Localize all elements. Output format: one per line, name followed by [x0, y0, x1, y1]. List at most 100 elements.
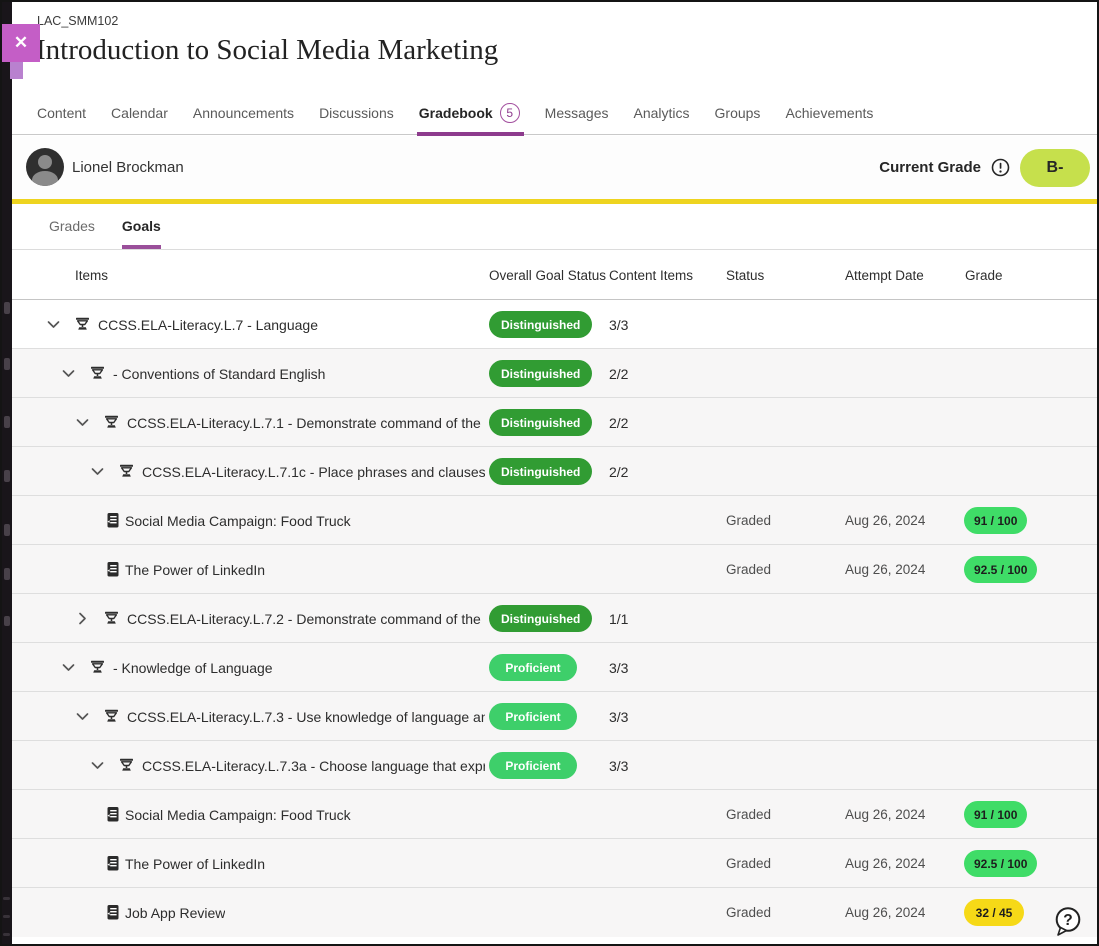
student-bar: Lionel Brockman Current Grade B- [2, 136, 1097, 199]
goal-status-badge: Distinguished [489, 360, 592, 387]
content-item-row: Social Media Campaign: Food TruckGradedA… [2, 790, 1097, 839]
attempt-date-value: Aug 26, 2024 [845, 888, 925, 937]
document-icon [106, 855, 120, 877]
goal-label: - Conventions of Standard English [113, 349, 325, 398]
nav-item-discussions[interactable]: Discussions [319, 92, 394, 135]
nav-item-label: Discussions [319, 105, 394, 121]
goal-status-badge: Distinguished [489, 605, 592, 632]
close-panel-button[interactable]: ✕ [2, 24, 40, 62]
goal-row: CCSS.ELA-Literacy.L.7.1c - Place phrases… [2, 447, 1097, 496]
column-header-attempt-date: Attempt Date [845, 251, 924, 299]
column-header-grade: Grade [965, 251, 1003, 299]
chevron-down-icon[interactable] [90, 758, 105, 778]
goal-row: CCSS.ELA-Literacy.L.7.2 - Demonstrate co… [2, 594, 1097, 643]
help-bubble-icon[interactable]: ? [1051, 904, 1084, 939]
goal-label: CCSS.ELA-Literacy.L.7.2 - Demonstrate co… [127, 594, 485, 643]
grade-pill[interactable]: 91 / 100 [964, 507, 1027, 534]
goal-label: CCSS.ELA-Literacy.L.7.3a - Choose langua… [142, 741, 485, 790]
document-icon [106, 512, 120, 534]
goal-label: CCSS.ELA-Literacy.L.7.3 - Use knowledge … [127, 692, 485, 741]
content-items-count: 3/3 [609, 300, 628, 349]
info-circle-icon[interactable] [991, 158, 1010, 177]
goal-row: - Knowledge of Language Proficient 3/3 [2, 643, 1097, 692]
tab-grades[interactable]: Grades [49, 203, 95, 249]
content-item-label[interactable]: The Power of LinkedIn [125, 839, 265, 888]
nav-item-announcements[interactable]: Announcements [193, 92, 294, 135]
course-nav: Content Calendar Announcements Discussions G… [2, 92, 1097, 135]
chevron-right-icon[interactable] [75, 611, 90, 631]
goal-row: CCSS.ELA-Literacy.L.7 - LanguageDistingu… [2, 300, 1097, 349]
nav-item-groups[interactable]: Groups [715, 92, 761, 135]
column-header-content-items: Content Items [609, 251, 693, 299]
grade-pill[interactable]: 92.5 / 100 [964, 850, 1037, 877]
current-grade-label: Current Grade [879, 159, 981, 176]
goal-status-badge: Proficient [489, 703, 577, 730]
status-value: Graded [726, 888, 771, 937]
goal-status-badge: Proficient [489, 752, 577, 779]
goal-label: - Knowledge of Language [113, 643, 273, 692]
trophy-icon [103, 610, 120, 632]
course-code: LAC_SMM102 [37, 14, 118, 28]
chevron-down-icon[interactable] [46, 317, 61, 337]
goal-status-badge: Proficient [489, 654, 577, 681]
nav-item-label: Content [37, 105, 86, 121]
document-icon [106, 561, 120, 583]
grade-pill[interactable]: 92.5 / 100 [964, 556, 1037, 583]
content-items-count: 3/3 [609, 643, 628, 692]
trophy-icon [118, 757, 135, 779]
content-item-row: The Power of LinkedIn Graded Aug 26, 2024 9… [2, 839, 1097, 888]
student-name: Lionel Brockman [72, 136, 184, 199]
nav-item-content[interactable]: Content [37, 92, 86, 135]
nav-item-label: Announcements [193, 105, 294, 121]
chevron-down-icon[interactable] [75, 709, 90, 729]
attempt-date-value: Aug 26, 2024 [845, 545, 925, 594]
attempt-date-value: Aug 26, 2024 [845, 496, 925, 545]
nav-item-label: Achievements [785, 105, 873, 121]
column-header-overall-goal-status: Overall Goal Status [489, 251, 606, 299]
nav-item-label: Analytics [633, 105, 689, 121]
trophy-icon [103, 414, 120, 436]
nav-item-achievements[interactable]: Achievements [785, 92, 873, 135]
content-item-label[interactable]: Social Media Campaign: Food Truck [125, 496, 351, 545]
avatar [26, 148, 64, 186]
content-item-row: Job App Review Graded Aug 26, 2024 32 / 45 [2, 888, 1097, 937]
trophy-icon [89, 365, 106, 387]
current-grade-pill[interactable]: B- [1020, 149, 1090, 187]
nav-item-gradebook[interactable]: Gradebook 5 [419, 92, 520, 135]
background-page-strip [2, 2, 12, 944]
content-item-label[interactable]: The Power of LinkedIn [125, 545, 265, 594]
goal-label: CCSS.ELA-Literacy.L.7 - Language [98, 300, 318, 349]
chevron-down-icon[interactable] [61, 660, 76, 680]
nav-item-label: Messages [545, 105, 609, 121]
chevron-down-icon[interactable] [61, 366, 76, 386]
chevron-down-icon[interactable] [90, 464, 105, 484]
goals-table: CCSS.ELA-Literacy.L.7 - Language Distingu… [2, 300, 1097, 937]
svg-text:?: ? [1063, 912, 1072, 929]
attempt-date-value: Aug 26, 2024 [845, 839, 925, 888]
student-tabs: Grades Goals [2, 204, 1097, 250]
status-value: Graded [726, 839, 771, 888]
nav-item-messages[interactable]: Messages [545, 92, 609, 135]
nav-item-label: Gradebook [419, 105, 493, 121]
content-items-count: 3/3 [609, 741, 628, 790]
status-value: Graded [726, 496, 771, 545]
document-icon [106, 806, 120, 828]
page-title: Introduction to Social Media Marketing [36, 34, 498, 67]
content-item-label[interactable]: Social Media Campaign: Food Truck [125, 790, 351, 839]
goal-row: - Conventions of Standard English Disting… [2, 349, 1097, 398]
column-header-status: Status [726, 251, 764, 299]
trophy-icon [74, 316, 91, 338]
grade-pill[interactable]: 32 / 45 [964, 899, 1024, 926]
goal-row: CCSS.ELA-Literacy.L.7.3 - Use knowledge … [2, 692, 1097, 741]
tab-goals[interactable]: Goals [122, 203, 161, 249]
grade-pill[interactable]: 91 / 100 [964, 801, 1027, 828]
status-value: Graded [726, 545, 771, 594]
nav-item-analytics[interactable]: Analytics [633, 92, 689, 135]
chevron-down-icon[interactable] [75, 415, 90, 435]
gradebook-count-badge: 5 [500, 103, 520, 123]
gradebook-student-panel: ✕ LAC_SMM102 Introduction to Social Medi… [0, 0, 1099, 946]
content-item-label[interactable]: Job App Review [125, 888, 225, 937]
nav-item-calendar[interactable]: Calendar [111, 92, 168, 135]
document-icon [106, 904, 120, 926]
content-items-count: 2/2 [609, 349, 628, 398]
